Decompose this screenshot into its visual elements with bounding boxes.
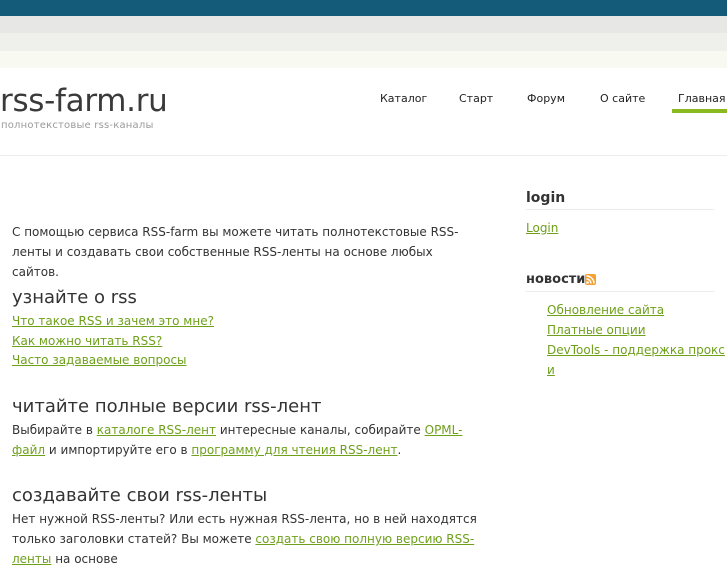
header-divider [0, 155, 727, 156]
header-band [0, 51, 727, 68]
link-catalog[interactable]: каталоге RSS-лент [97, 423, 216, 437]
news-link[interactable]: Обновление сайта [547, 300, 664, 320]
section-title: создавайте свои rss-ленты [12, 485, 268, 506]
news-link[interactable]: Платные опции [547, 320, 646, 340]
link-rss-reader[interactable]: программу для чтения RSS-лент [191, 443, 397, 457]
news-link[interactable]: DevTools - поддержка прокс [547, 340, 725, 360]
nav-item-about[interactable]: О сайте [600, 92, 645, 105]
header-band [0, 16, 727, 33]
nav-item-start[interactable]: Старт [459, 92, 493, 105]
nav-item-home[interactable]: Главная [678, 92, 726, 105]
nav-item-forum[interactable]: Форум [527, 92, 565, 105]
section-title: узнайте о rss [12, 287, 137, 308]
site-logo[interactable]: rss-farm.ru [0, 86, 168, 117]
section-title: читайте полные версии rss-лент [12, 396, 322, 417]
rss-feed-icon[interactable] [585, 274, 596, 285]
link-what-is-rss[interactable]: Что такое RSS и зачем это мне? [12, 314, 214, 328]
sidebar-divider [526, 209, 714, 210]
link-how-to-read-rss[interactable]: Как можно читать RSS? [12, 334, 162, 348]
intro-text: С помощью сервиса RSS-farm вы можете чит… [12, 225, 459, 279]
nav-item-catalog[interactable]: Каталог [380, 92, 427, 105]
sidebar-divider [526, 291, 714, 292]
login-link[interactable]: Login [526, 218, 558, 238]
news-link[interactable]: и [547, 360, 555, 380]
section-text: Выбирайте в каталоге RSS-лент интересные… [12, 423, 463, 457]
section-text: Нет нужной RSS-ленты? Или есть нужная RS… [12, 512, 477, 566]
top-color-bar [0, 0, 727, 16]
sidebar-login-title: login [526, 190, 566, 206]
site-slogan: полнотекстовые rss-каналы [1, 120, 154, 131]
link-faq[interactable]: Часто задаваемые вопросы [12, 353, 187, 367]
header-band [0, 33, 727, 51]
sidebar-news-title: новости [526, 272, 586, 287]
nav-active-indicator [672, 109, 727, 113]
